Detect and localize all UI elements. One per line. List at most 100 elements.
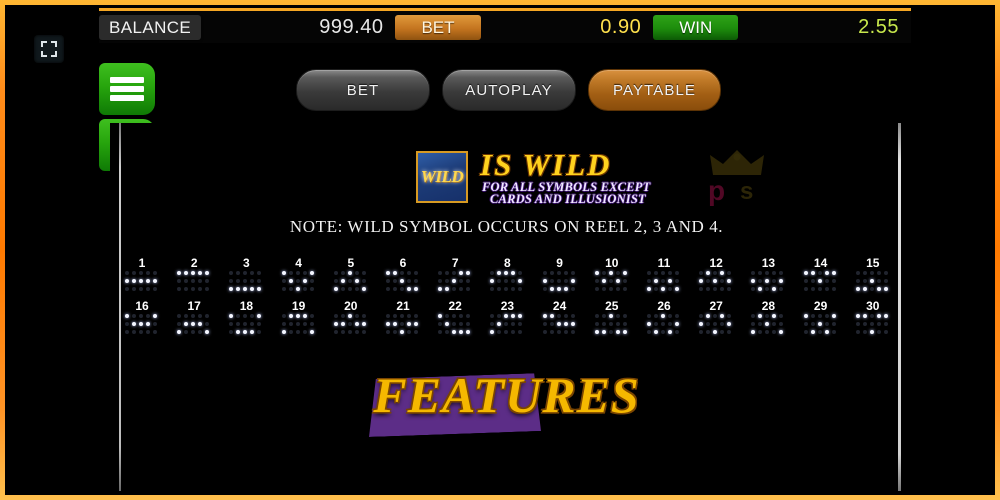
payline-dot: [713, 279, 718, 283]
payline-dot: [511, 330, 516, 334]
payline-dot: [608, 322, 613, 326]
payline-dot: [549, 314, 554, 318]
payline-dot: [720, 314, 725, 318]
payline-dot-grid: [647, 271, 681, 295]
payline-dot: [250, 271, 255, 275]
payline-dot: [817, 330, 822, 334]
payline-dot: [699, 314, 704, 318]
payline-dot: [855, 271, 860, 275]
payline-dot: [257, 330, 262, 334]
payline-dot: [153, 279, 157, 283]
payline-dot: [452, 279, 457, 283]
payline-dot: [720, 330, 725, 334]
tab-paytable[interactable]: PAYTABLE: [588, 69, 722, 111]
payline-dot: [876, 271, 881, 275]
tab-bet[interactable]: BET: [296, 69, 430, 111]
payline-dot: [608, 330, 613, 334]
payline-dot: [758, 287, 763, 291]
payline-dot: [497, 322, 502, 326]
payline-dot: [459, 271, 464, 275]
payline-dot: [177, 314, 182, 318]
payline-cell: 3: [226, 256, 266, 300]
payline-dot: [727, 271, 732, 275]
payline-cell: 4: [279, 256, 319, 300]
payline-dot: [504, 322, 509, 326]
payline-dot: [855, 314, 860, 318]
payline-dot: [466, 330, 471, 334]
paytable-panel: WILD IS WILD FOR ALL SYMBOLS EXCEPT CARD…: [110, 123, 903, 491]
payline-dot: [281, 271, 286, 275]
payline-dot: [139, 314, 143, 318]
payline-cell: 25: [592, 299, 632, 343]
payline-dot: [386, 287, 390, 291]
payline-dot-grid: [594, 314, 629, 338]
payline-dot: [765, 330, 770, 334]
payline-dot: [751, 279, 756, 283]
payline-dot: [758, 330, 763, 334]
payline-dot: [542, 322, 547, 326]
payline-dot: [250, 330, 255, 334]
payline-dot: [720, 287, 725, 291]
payline-dot: [445, 330, 450, 334]
payline-dot: [361, 322, 366, 326]
payline-dot: [876, 314, 881, 318]
payline-dot: [518, 279, 523, 283]
payline-dot: [257, 322, 262, 326]
payline-dot: [243, 271, 248, 275]
payline-dot: [347, 271, 352, 275]
payline-dot: [594, 330, 599, 334]
payline-dot: [772, 271, 777, 275]
payline-dot: [229, 287, 234, 291]
payline-dot: [869, 330, 874, 334]
payline-dot: [386, 279, 390, 283]
payline-dot: [309, 279, 314, 283]
payline-dot: [302, 287, 307, 291]
payline-number: 28: [761, 299, 776, 313]
payline-dot: [772, 314, 777, 318]
payline-cell: 14: [801, 256, 841, 300]
payline-dot: [779, 314, 784, 318]
payline-dot: [675, 322, 679, 326]
payline-dot: [601, 322, 606, 326]
payline-dot: [125, 279, 129, 283]
menu-button[interactable]: [99, 63, 155, 115]
game-frame-inner: BALANCE 999.40 BET 0.90 WIN 2.55 BET AUT…: [5, 5, 995, 495]
payline-number: 9: [556, 256, 563, 270]
payline-dot: [229, 330, 234, 334]
payline-dot: [414, 322, 418, 326]
payline-dot-grid: [281, 271, 316, 295]
payline-dot: [302, 314, 307, 318]
payline-dot: [347, 314, 352, 318]
payline-dot: [817, 287, 822, 291]
payline-dot: [668, 322, 672, 326]
payline-dot: [699, 287, 704, 291]
payline-number: 25: [605, 299, 619, 313]
payline-dot: [302, 330, 307, 334]
payline-dot: [563, 271, 568, 275]
payline-number: 7: [451, 256, 459, 270]
payline-dot: [772, 330, 777, 334]
payline-dot: [855, 279, 860, 283]
bet-label: BET: [395, 14, 481, 40]
payline-dot: [511, 314, 516, 318]
payline-dot: [177, 271, 182, 275]
payline-dot: [302, 271, 307, 275]
payline-dot: [414, 330, 418, 334]
payline-dot: [132, 314, 136, 318]
payline-dot: [295, 322, 300, 326]
payline-dot: [288, 330, 293, 334]
fullscreen-expand-icon[interactable]: [34, 35, 64, 63]
payline-dot: [549, 287, 554, 291]
payline-dot: [361, 314, 366, 318]
tab-autoplay[interactable]: AUTOPLAY: [442, 69, 576, 111]
payline-dot: [125, 322, 129, 326]
payline-dot: [132, 330, 136, 334]
payline-dot: [153, 330, 157, 334]
payline-dot: [862, 271, 867, 275]
payline-dot: [445, 314, 450, 318]
payline-dot: [414, 287, 418, 291]
payline-dot: [295, 330, 300, 334]
payline-dot: [647, 271, 651, 275]
payline-dot: [647, 322, 651, 326]
payline-dot: [622, 330, 627, 334]
